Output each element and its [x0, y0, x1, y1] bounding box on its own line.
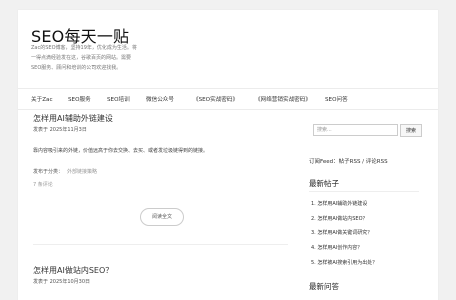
comments-link[interactable]: 7 条评论 — [33, 181, 53, 188]
category-link[interactable]: 外部链接策略 — [67, 169, 97, 175]
site-description-line: 一得点滴经验发在这，谷歌百页的网站。需要 — [31, 55, 132, 61]
recent-post-item[interactable]: 2. 怎样用AI做站内SEO？ — [311, 215, 368, 222]
read-more-button[interactable]: 阅读全文 — [140, 208, 184, 226]
recent-post-item[interactable]: 1. 怎样用AI辅助外链建设 — [311, 200, 367, 207]
site-description-line: Zac的SEO博客，坚持19年，优化成为生活。将 — [31, 45, 137, 51]
nav-item-wechat[interactable]: 微信公众号 — [146, 95, 174, 103]
post-title[interactable]: 怎样用AI辅助外链建设 — [33, 113, 113, 124]
recent-post-item[interactable]: 4. 怎样用AI创作内容？ — [311, 244, 362, 251]
post-category: 发布于分类： 外部链接策略 — [33, 168, 97, 175]
nav-item-seo-qa[interactable]: SEO问答 — [325, 95, 348, 103]
nav-item-marketing-book[interactable]: 《网络营销实战密码》 — [255, 95, 311, 103]
widget-divider — [309, 191, 419, 192]
nav-item-seo-book[interactable]: 《SEO实战密码》 — [193, 95, 238, 103]
category-label: 发布于分类： — [33, 169, 64, 175]
nav-item-seo-service[interactable]: SEO服务 — [68, 95, 91, 103]
post-excerpt: 靠内容吸引来的外链，价值远高于你去交换、去买、或者发垃圾链得到的链接。 — [33, 148, 209, 154]
post-divider — [33, 244, 288, 245]
site-description: Zac的SEO博客，坚持19年，优化成为生活。将 一得点滴经验发在这，谷歌百页的… — [31, 43, 156, 73]
recent-post-item[interactable]: 5. 怎样被AI搜索引用为出处？ — [311, 259, 377, 266]
page-container: SEO每天一贴 Zac的SEO博客，坚持19年，优化成为生活。将 一得点滴经验发… — [18, 10, 438, 300]
search-input[interactable] — [313, 124, 398, 136]
post-date: 发表于 2025年10月30日 — [33, 279, 91, 285]
search-button[interactable]: 搜索 — [400, 124, 422, 137]
rss-posts-link[interactable]: 帖子RSS — [339, 159, 361, 165]
nav-item-about[interactable]: 关于Zac — [31, 95, 53, 103]
main-nav: 关于Zac SEO服务 SEO培训 微信公众号 《SEO实战密码》 《网络营销实… — [18, 88, 438, 110]
nav-item-seo-training[interactable]: SEO培训 — [107, 95, 130, 103]
post-title[interactable]: 怎样用AI做站内SEO？ — [33, 265, 113, 276]
rss-prefix: 订阅Feed： — [309, 159, 339, 165]
recent-qa-title: 最新问答 — [309, 282, 339, 291]
recent-posts-title: 最新帖子 — [309, 179, 339, 188]
rss-links: 订阅Feed：帖子RSS / 评论RSS — [309, 157, 388, 165]
post-date: 发表于 2025年11月3日 — [33, 127, 87, 133]
recent-post-item[interactable]: 3. 怎样用AI做关键词研究？ — [311, 229, 372, 236]
rss-comments-link[interactable]: 评论RSS — [366, 159, 388, 165]
site-description-line: SEO服务、顾问和培训的公司欢迎找我。 — [31, 65, 122, 71]
